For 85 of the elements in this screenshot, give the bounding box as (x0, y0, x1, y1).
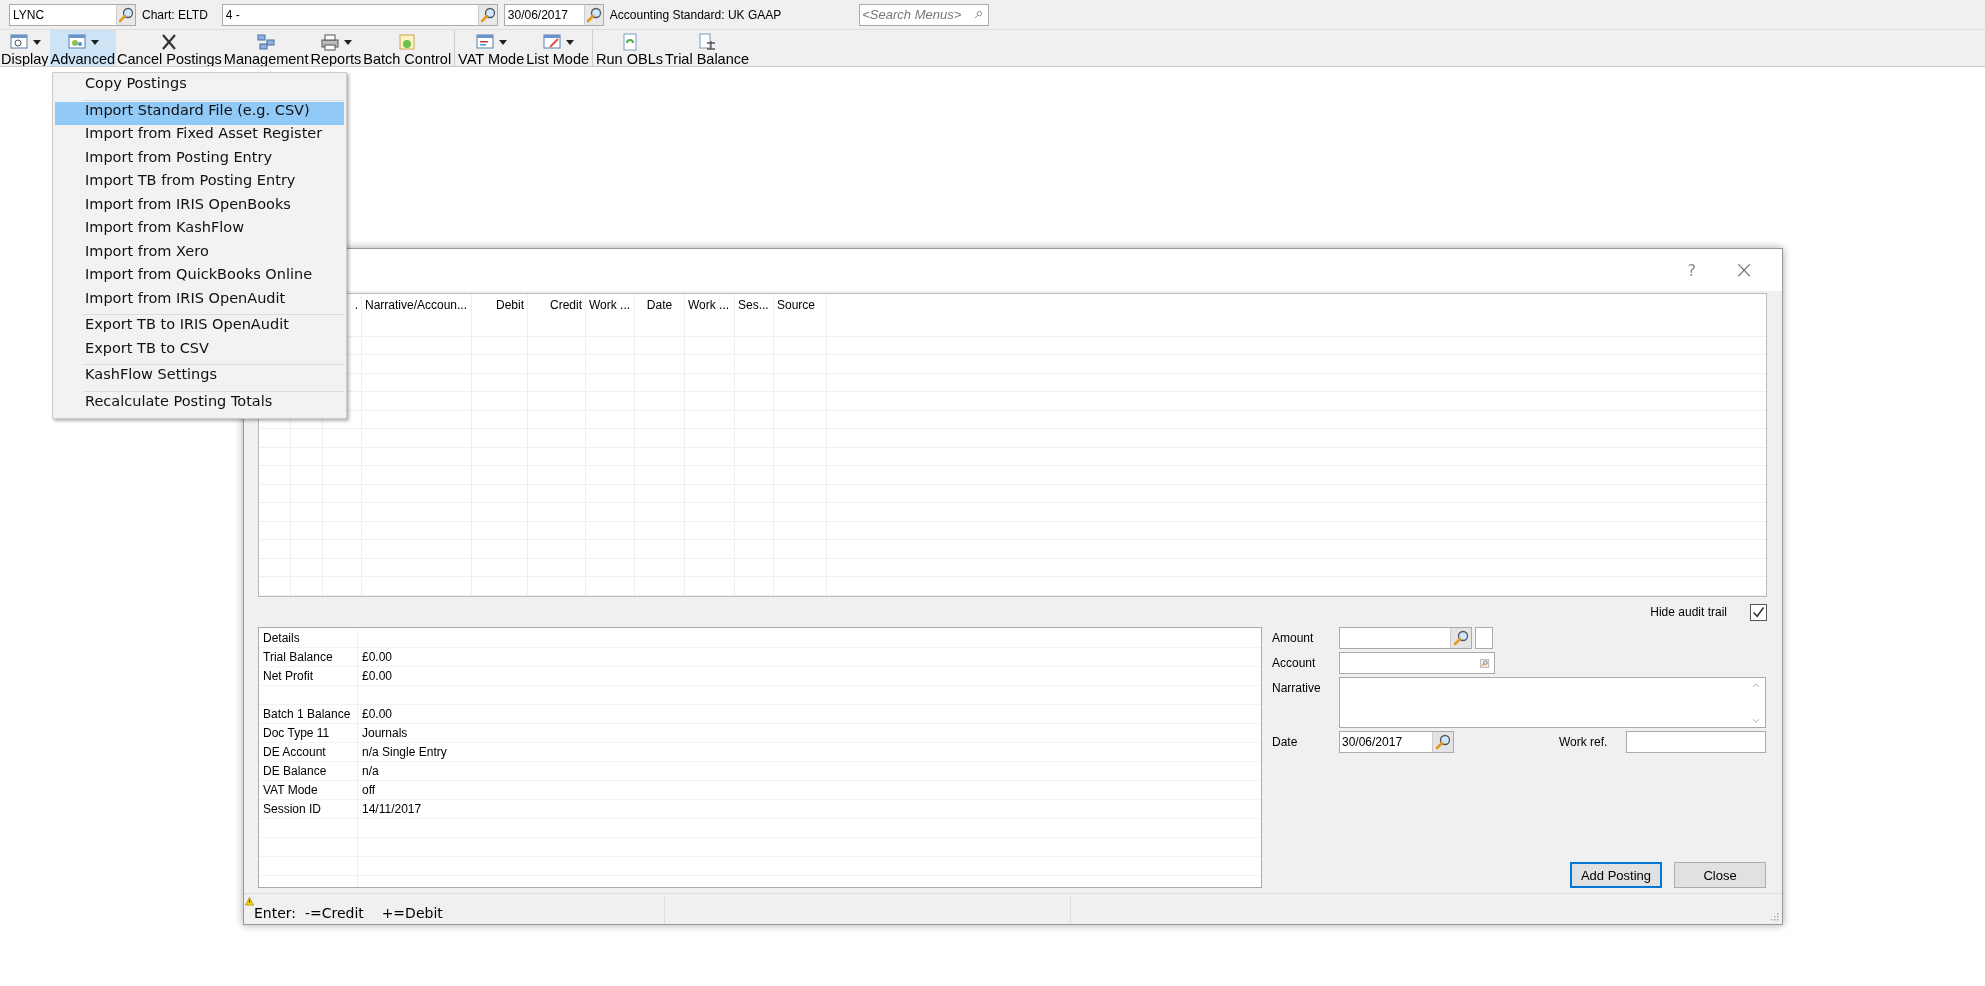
detail-value: £0.00 (362, 707, 393, 721)
dialog-button[interactable]: Add Posting (1570, 862, 1662, 888)
period-field[interactable]: 4 - (221, 3, 478, 26)
menu-item[interactable]: Export TB to IRIS OpenAudit (55, 316, 344, 340)
menu-item[interactable]: Export TB to CSV (55, 339, 344, 363)
column-header[interactable]: Ses... (738, 298, 769, 312)
window-icon (66, 32, 87, 52)
search-icon[interactable] (1432, 732, 1453, 752)
date-field[interactable]: 30/06/2017 (1339, 731, 1454, 753)
menu-item[interactable]: Import from QuickBooks Online (55, 266, 344, 290)
client-field[interactable]: LYNC (9, 3, 116, 26)
detail-label: DE Balance (263, 764, 327, 778)
column-header[interactable]: Debit (496, 298, 524, 312)
toolbar-button[interactable]: Advanced (49, 30, 117, 66)
status-text: Enter: -=Credit +=Debit (254, 905, 443, 921)
detail-label: Doc Type 11 (263, 726, 330, 740)
amount-sign-field[interactable] (1475, 627, 1493, 649)
window-icon (541, 32, 562, 52)
close-button[interactable]: × (1733, 256, 1754, 284)
menu-item[interactable]: KashFlow Settings (55, 366, 344, 390)
amount-label: Amount (1272, 631, 1315, 645)
boxes-icon (256, 32, 277, 52)
work-ref-label: Work ref. (1559, 735, 1609, 749)
detail-value: 14/11/2017 (362, 802, 422, 816)
detail-value: n/a Single Entry (362, 745, 447, 759)
column-header[interactable]: Date (646, 298, 673, 312)
toolbar-button[interactable]: List Mode (525, 30, 591, 66)
window-icon (475, 32, 496, 52)
detail-label: Batch 1 Balance (263, 707, 351, 721)
detail-value: n/a (362, 764, 379, 778)
hide-audit-trail-label: Hide audit trail (1650, 605, 1727, 619)
detail-label: Trial Balance (263, 650, 333, 664)
column-header[interactable]: Source (777, 298, 816, 312)
date-field[interactable]: 30/06/2017 (503, 3, 584, 26)
menu-item[interactable]: Import from Posting Entry (55, 148, 344, 172)
narrative-field[interactable] (1339, 677, 1766, 728)
window-icon (8, 32, 29, 52)
document-icon (697, 32, 718, 52)
search-menus-field[interactable]: <Search Menus> (859, 3, 990, 26)
chart-label: Chart: ELTD (142, 7, 208, 22)
search-icon[interactable] (1450, 628, 1471, 648)
detail-label: Net Profit (263, 669, 313, 683)
detail-label: Session ID (263, 802, 322, 816)
detail-value: Journals (362, 726, 408, 740)
accounting-standard: Accounting Standard: UK GAAP (609, 7, 782, 22)
detail-value: £0.00 (362, 669, 393, 683)
document-icon (397, 32, 418, 52)
menu-item[interactable]: Recalculate Posting Totals (55, 392, 344, 416)
narrative-label: Narrative (1272, 681, 1322, 695)
detail-label: Details (263, 631, 300, 645)
column-header[interactable]: Work ... (688, 298, 730, 312)
detail-value: off (362, 783, 376, 797)
amount-field[interactable] (1339, 627, 1472, 649)
toolbar-button[interactable]: Run OBLs (595, 30, 664, 66)
help-button[interactable]: ? (1687, 260, 1696, 280)
detail-label: DE Account (263, 745, 326, 759)
menu-item[interactable]: Import from IRIS OpenAudit (55, 289, 344, 313)
menu-item[interactable]: Import from Fixed Asset Register (55, 125, 344, 149)
work-ref-field[interactable] (1626, 731, 1766, 753)
column-header[interactable]: . (354, 298, 358, 312)
menu-item[interactable]: Import Standard File (e.g. CSV) (55, 101, 344, 125)
column-header[interactable]: Credit (550, 298, 582, 312)
account-label: Account (1272, 656, 1317, 670)
resize-grip[interactable] (1769, 911, 1779, 921)
detail-label: VAT Mode (263, 783, 318, 797)
checkbox[interactable] (1750, 603, 1767, 621)
dialog-button[interactable]: Close (1674, 862, 1766, 888)
column-header[interactable]: Narrative/Accoun... (365, 298, 468, 312)
menu-item[interactable]: Import from IRIS OpenBooks (55, 195, 344, 219)
column-header[interactable]: Work ... (589, 298, 631, 312)
search-icon[interactable] (477, 3, 498, 26)
date-label: Date (1272, 735, 1299, 749)
account-field[interactable] (1339, 652, 1495, 674)
menu-item[interactable]: Import from Xero (55, 242, 344, 266)
menu-item[interactable]: Copy Postings (55, 75, 344, 99)
toolbar-button[interactable]: VAT Mode (457, 30, 526, 66)
menu-item[interactable]: Import TB from Posting Entry (55, 172, 344, 196)
printer-icon (319, 32, 340, 52)
search-icon[interactable] (583, 3, 604, 26)
menu-item[interactable]: Import from KashFlow (55, 219, 344, 243)
search-icon[interactable] (116, 3, 136, 26)
toolbar-button[interactable]: Batch Control (362, 30, 453, 66)
toolbar-button[interactable]: Trial Balance (664, 30, 751, 66)
detail-value: £0.00 (362, 650, 393, 664)
search-icon[interactable] (974, 9, 984, 19)
